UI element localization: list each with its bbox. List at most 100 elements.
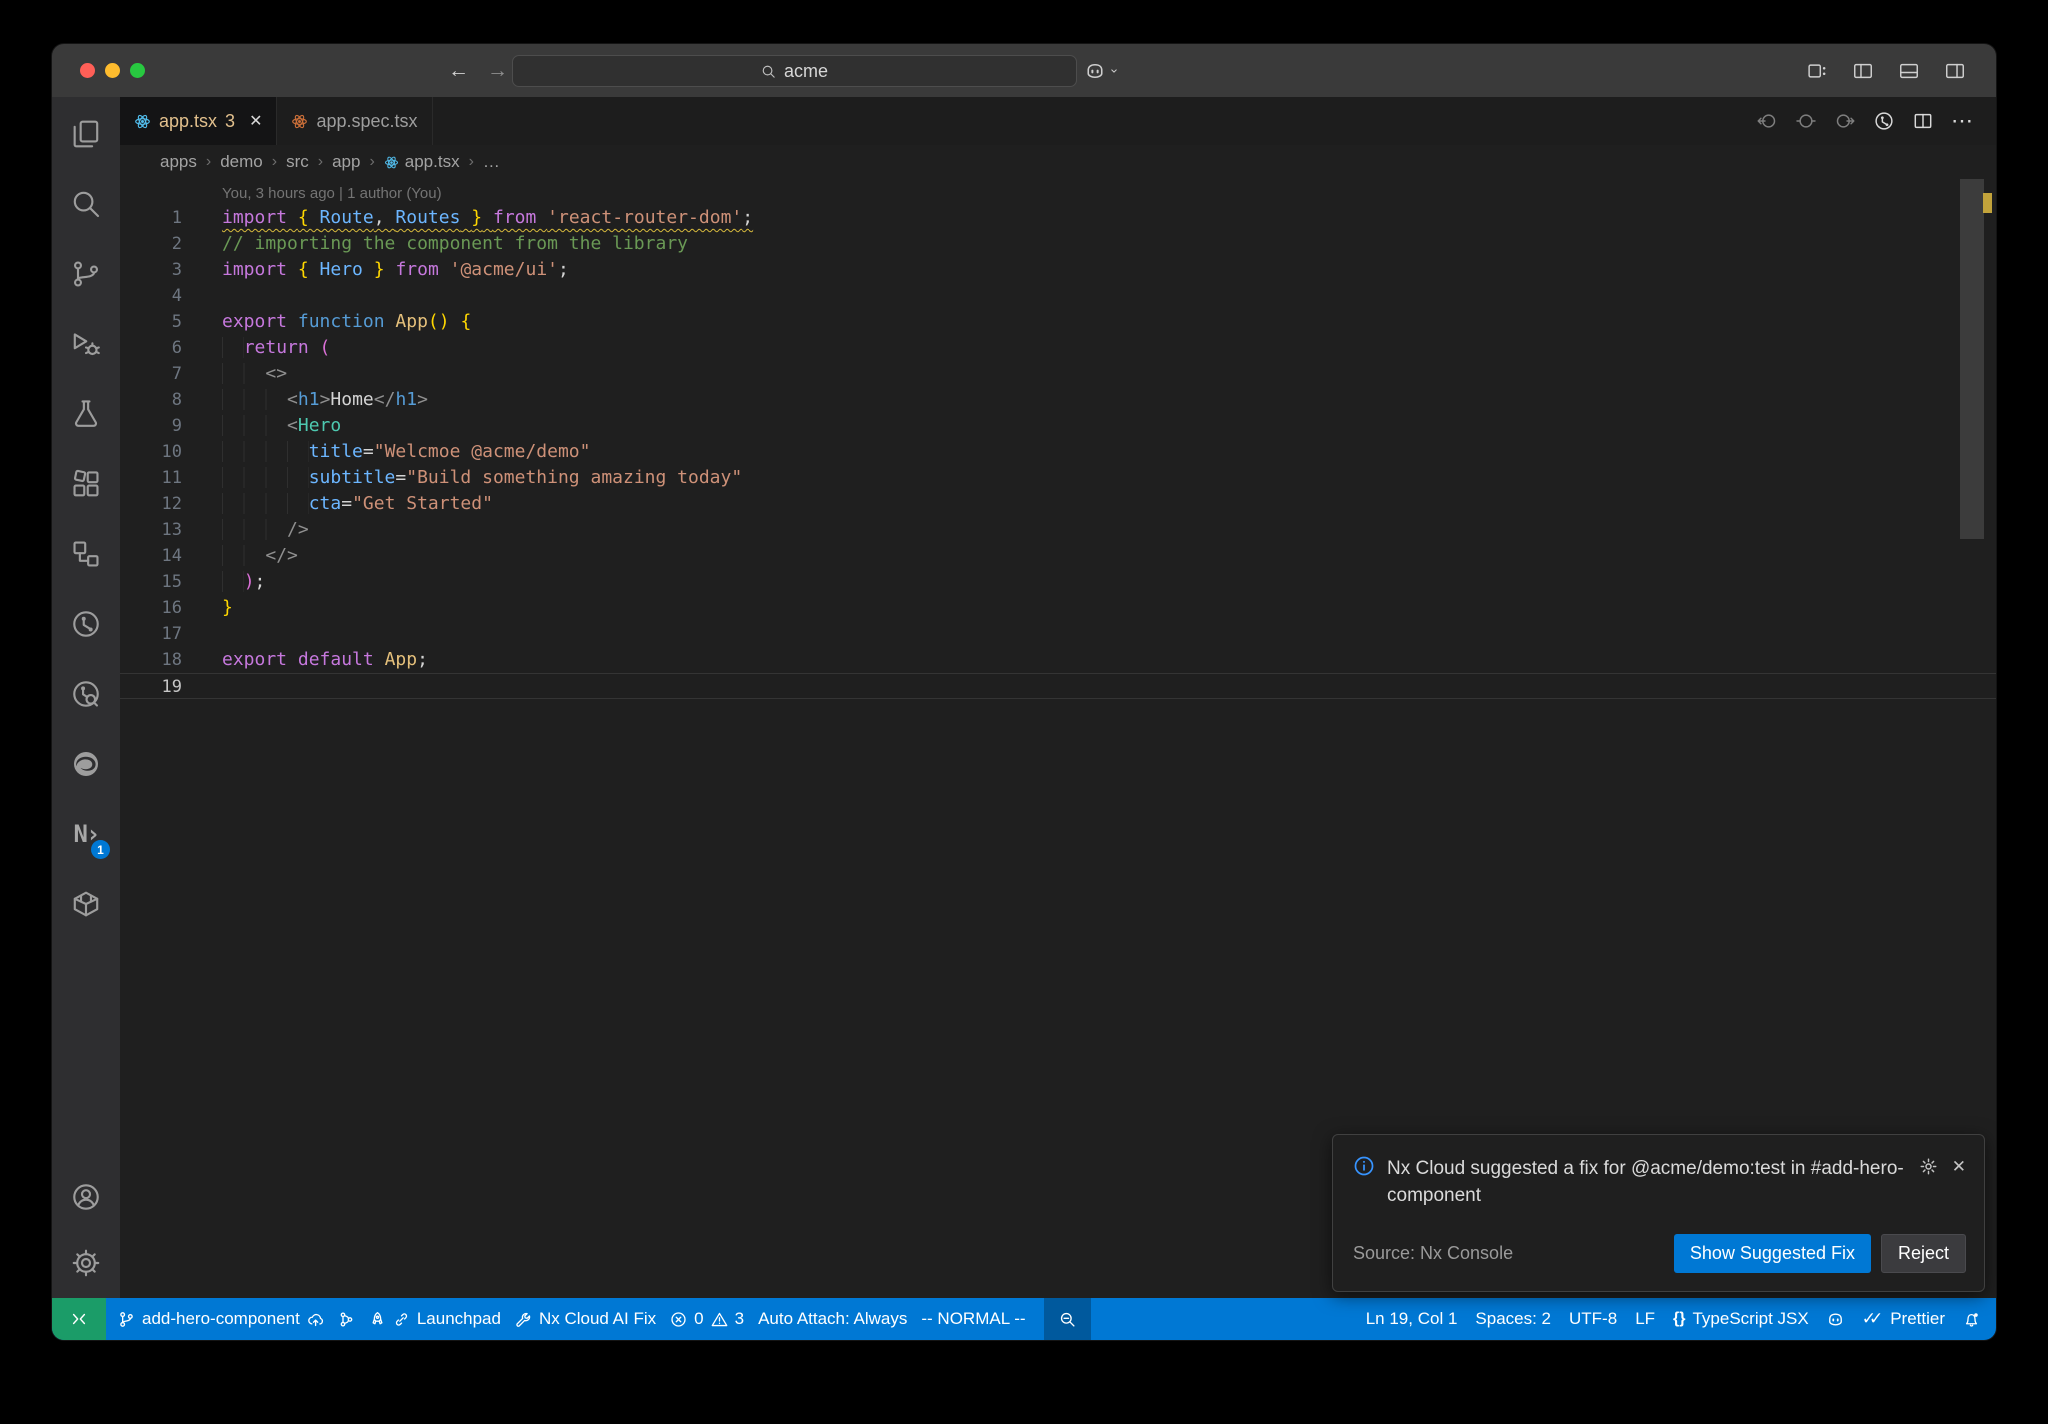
activity-item-run-and-debug[interactable] <box>52 309 120 379</box>
status-nx-cloud-ai-fix[interactable]: Nx Cloud AI Fix <box>515 1298 656 1340</box>
activity-item-edge-browser[interactable] <box>52 729 120 799</box>
code-line[interactable]: 15 ); <box>120 569 1996 595</box>
nav-back-circle-icon[interactable] <box>1756 110 1778 132</box>
scrollbar-thumb[interactable] <box>1960 179 1984 539</box>
command-center-search[interactable]: acme <box>512 55 1077 87</box>
line-number: 16 <box>161 598 182 618</box>
status-indentation[interactable]: Spaces: 2 <box>1475 1298 1551 1340</box>
copilot-menu[interactable] <box>1085 44 1120 97</box>
activity-item-testing[interactable] <box>52 379 120 449</box>
activity-item-explorer[interactable] <box>52 99 120 169</box>
git-branch-icon <box>118 1311 135 1328</box>
code-line[interactable]: 8 <h1>Home</h1> <box>120 387 1996 413</box>
breadcrumb-item[interactable]: app <box>332 152 360 172</box>
code-line[interactable]: 5 export function App() { <box>120 309 1996 335</box>
breadcrumb-item[interactable]: demo <box>220 152 263 172</box>
testing-icon <box>70 398 102 430</box>
code-line[interactable]: 1 import { Route, Routes } from 'react-ro… <box>120 205 1996 231</box>
status-label: Spaces: 2 <box>1475 1309 1552 1328</box>
status-problems[interactable]: 03 <box>670 1298 744 1340</box>
breadcrumb: apps › demo › src › app › app.tsx ›… <box>120 145 1996 179</box>
code-line[interactable]: 18 export default App; <box>120 647 1996 673</box>
toggle-panel-icon[interactable] <box>1898 60 1920 82</box>
code-line[interactable]: 11 subtitle="Build something amazing tod… <box>120 465 1996 491</box>
breadcrumb-separator: › <box>205 153 212 170</box>
zoom-button[interactable] <box>130 63 145 78</box>
status-launchpad[interactable]: Launchpad <box>369 1298 501 1340</box>
activity-item-source-control[interactable] <box>52 239 120 309</box>
close-icon[interactable]: ✕ <box>249 111 262 131</box>
nav-circle-icon[interactable] <box>1795 110 1817 132</box>
activity-item-search[interactable] <box>52 169 120 239</box>
code-lines: 1 import { Route, Routes } from 'react-ro… <box>120 205 1996 699</box>
toggle-secondary-sidebar-icon[interactable] <box>1944 60 1966 82</box>
minimize-button[interactable] <box>105 63 120 78</box>
code-line[interactable]: 3 import { Hero } from '@acme/ui'; <box>120 257 1996 283</box>
breadcrumb-item[interactable]: … <box>483 152 500 172</box>
tab-app.tsx[interactable]: app.tsx 3 ✕ <box>120 97 278 145</box>
line-text: export function App() { <box>222 311 472 332</box>
line-number: 4 <box>171 286 182 306</box>
code-line[interactable]: 13 /> <box>120 517 1996 543</box>
tab-bar: app.tsx 3 ✕ app.spec.tsx ⋯ <box>120 97 1996 145</box>
status-auto-attach[interactable]: Auto Attach: Always <box>758 1298 907 1340</box>
toggle-primary-sidebar-icon[interactable] <box>1852 60 1874 82</box>
editor-scrollbar[interactable] <box>1960 179 1996 1298</box>
search-value: acme <box>783 60 828 81</box>
back-arrow-icon[interactable]: ← <box>448 59 469 83</box>
status-encoding[interactable]: UTF-8 <box>1569 1298 1617 1340</box>
code-line[interactable]: 9 <Hero <box>120 413 1996 439</box>
copilot-icon <box>1085 61 1105 81</box>
status-label: Nx Cloud AI Fix <box>538 1309 657 1328</box>
status-eol[interactable]: LF <box>1635 1298 1655 1340</box>
code-line[interactable]: 17 <box>120 621 1996 647</box>
show-suggested-fix-button[interactable]: Show Suggested Fix <box>1673 1234 1871 1273</box>
close-button[interactable] <box>80 63 95 78</box>
activity-item-account[interactable] <box>52 1164 120 1230</box>
split-editor-icon[interactable] <box>1912 110 1934 132</box>
code-line[interactable]: 14 </> <box>120 543 1996 569</box>
line-number: 2 <box>171 234 182 254</box>
forward-arrow-icon[interactable]: → <box>487 59 508 83</box>
code-editor[interactable]: You, 3 hours ago | 1 author (You) 1 impor… <box>120 179 1996 1298</box>
activity-item-project-structure[interactable] <box>52 519 120 589</box>
status-copilot-status[interactable] <box>1827 1298 1844 1340</box>
run-target-icon[interactable] <box>1873 110 1895 132</box>
code-line[interactable]: 2 // importing the component from the lib… <box>120 231 1996 257</box>
breadcrumb-item[interactable]: apps <box>160 152 197 172</box>
activity-item-nx-graph-search[interactable] <box>52 659 120 729</box>
status-language-mode[interactable]: {} TypeScript JSX <box>1673 1298 1809 1340</box>
status-zoom-indicator[interactable] <box>1043 1298 1091 1340</box>
status-cursor-position[interactable]: Ln 19, Col 1 <box>1366 1298 1458 1340</box>
code-line[interactable]: 10 title="Welcmoe @acme/demo" <box>120 439 1996 465</box>
status-notifications[interactable] <box>1963 1298 1980 1340</box>
activity-bar: N› 1 <box>52 97 120 1298</box>
tab-bar-tabs: app.tsx 3 ✕ app.spec.tsx <box>120 97 433 145</box>
activity-item-nx-graph[interactable] <box>52 589 120 659</box>
activity-item-extensions[interactable] <box>52 449 120 519</box>
more-actions-icon[interactable]: ⋯ <box>1951 108 1974 134</box>
close-icon[interactable]: ✕ <box>1952 1157 1966 1177</box>
breadcrumb-item[interactable]: src <box>286 152 309 172</box>
code-line[interactable]: 6 return ( <box>120 335 1996 361</box>
notification-settings-gear-icon[interactable] <box>1919 1157 1938 1176</box>
code-line[interactable]: 4 <box>120 283 1996 309</box>
run-and-debug-icon <box>70 328 102 360</box>
status-git-branch-status[interactable]: add-hero-component <box>118 1298 324 1340</box>
nav-forward-circle-icon[interactable] <box>1834 110 1856 132</box>
code-line[interactable]: 19 <box>120 673 1996 699</box>
activity-item-settings[interactable] <box>52 1230 120 1296</box>
remote-indicator[interactable] <box>52 1298 106 1340</box>
customize-layout-icon[interactable] <box>1806 60 1828 82</box>
reject-button[interactable]: Reject <box>1880 1234 1966 1273</box>
code-line[interactable]: 7 <> <box>120 361 1996 387</box>
code-line[interactable]: 12 cta="Get Started" <box>120 491 1996 517</box>
status-formatter[interactable]: ✓✓ Prettier <box>1862 1298 1945 1340</box>
code-line[interactable]: 16} <box>120 595 1996 621</box>
activity-item-nx-console[interactable]: N› 1 <box>52 799 120 869</box>
status-source-control-graph[interactable] <box>338 1298 355 1340</box>
breadcrumb-item[interactable]: app.tsx <box>384 152 460 172</box>
status-vim-mode[interactable]: -- NORMAL -- <box>921 1298 1025 1340</box>
tab-app.spec.tsx[interactable]: app.spec.tsx <box>277 97 433 145</box>
activity-item-container[interactable] <box>52 869 120 939</box>
